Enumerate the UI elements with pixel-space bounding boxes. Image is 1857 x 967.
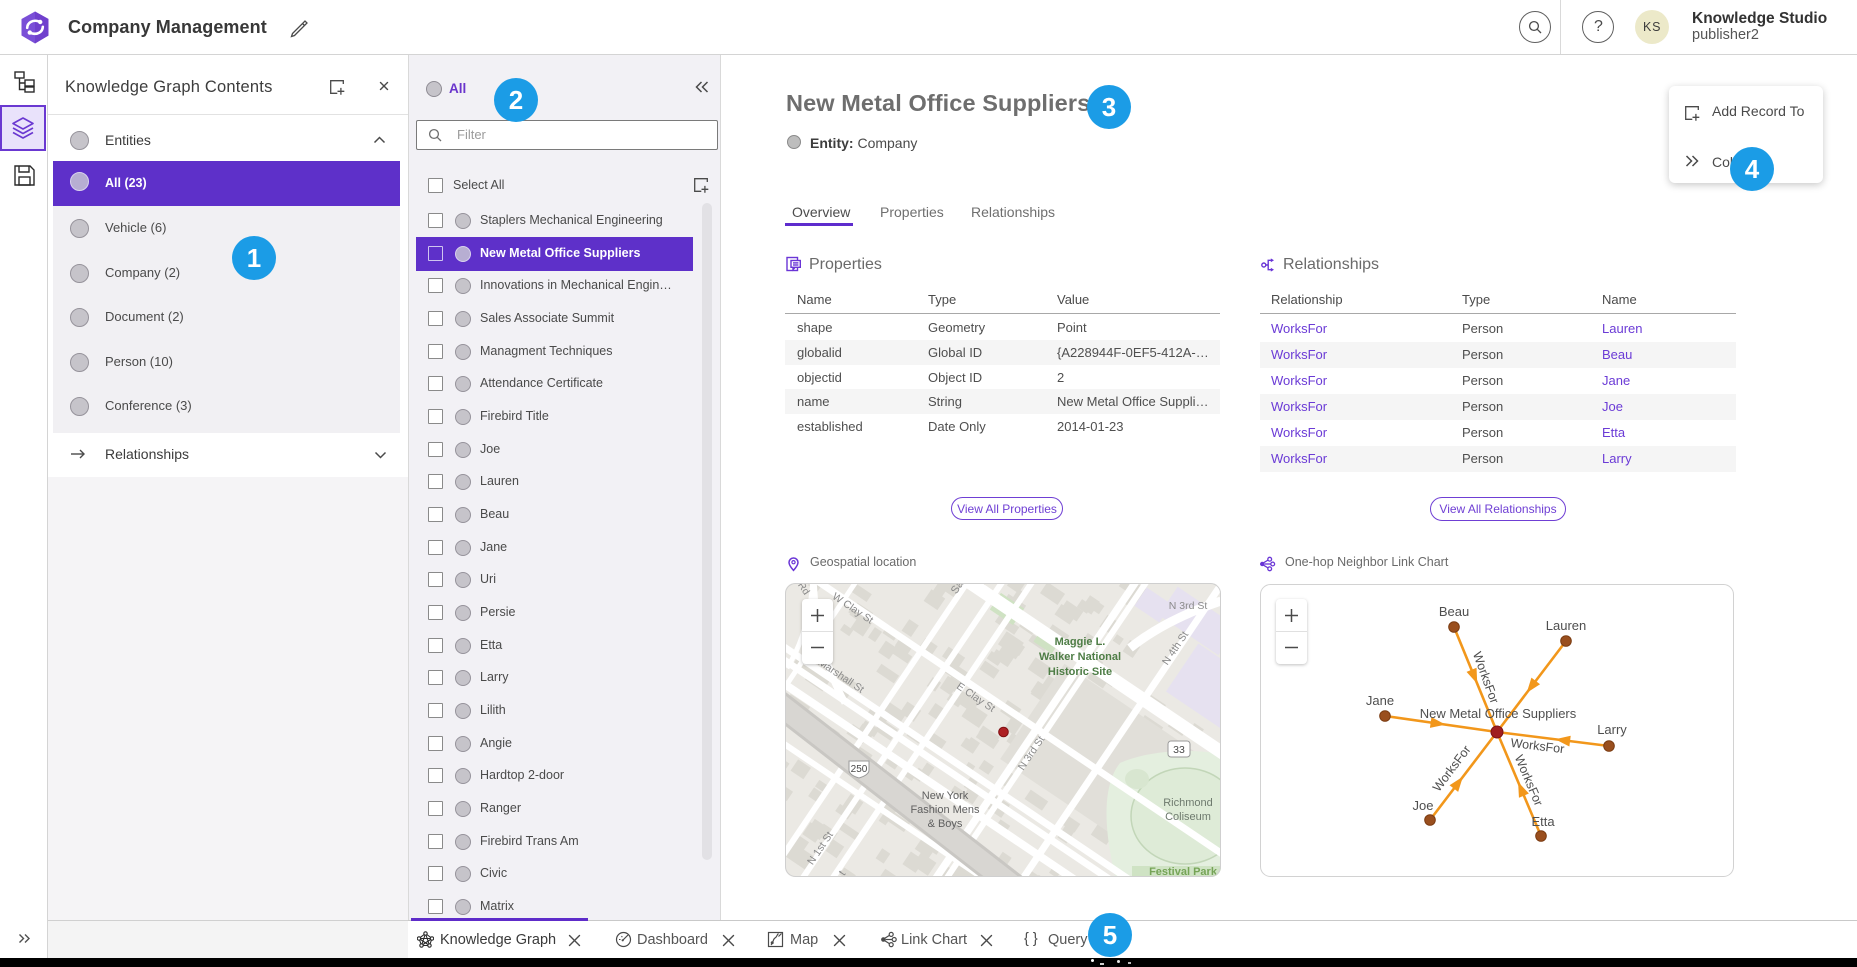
svg-text:N 3rd St: N 3rd St [1169, 600, 1208, 612]
svg-text:33: 33 [1173, 744, 1185, 756]
svg-text:& Boys: & Boys [928, 818, 963, 830]
svg-text:New York: New York [922, 790, 969, 802]
svg-text:Lauren: Lauren [1546, 618, 1586, 633]
svg-text:Festival Park: Festival Park [1149, 866, 1218, 877]
svg-text:Historic Site: Historic Site [1048, 666, 1112, 678]
svg-text:Etta: Etta [1531, 814, 1555, 829]
svg-text:New Metal Office Suppliers: New Metal Office Suppliers [1420, 706, 1577, 721]
svg-text:Joe: Joe [1413, 798, 1434, 813]
svg-text:Coliseum: Coliseum [1165, 811, 1211, 823]
svg-text:Walker National: Walker National [1039, 651, 1121, 663]
svg-text:250: 250 [851, 764, 868, 775]
svg-text:Beau: Beau [1439, 604, 1469, 619]
svg-text:Maggie L.: Maggie L. [1055, 636, 1106, 648]
svg-text:Fashion Mens: Fashion Mens [910, 804, 980, 816]
svg-text:Larry: Larry [1597, 722, 1627, 737]
svg-text:Richmond: Richmond [1163, 797, 1213, 809]
svg-text:Jane: Jane [1366, 693, 1394, 708]
